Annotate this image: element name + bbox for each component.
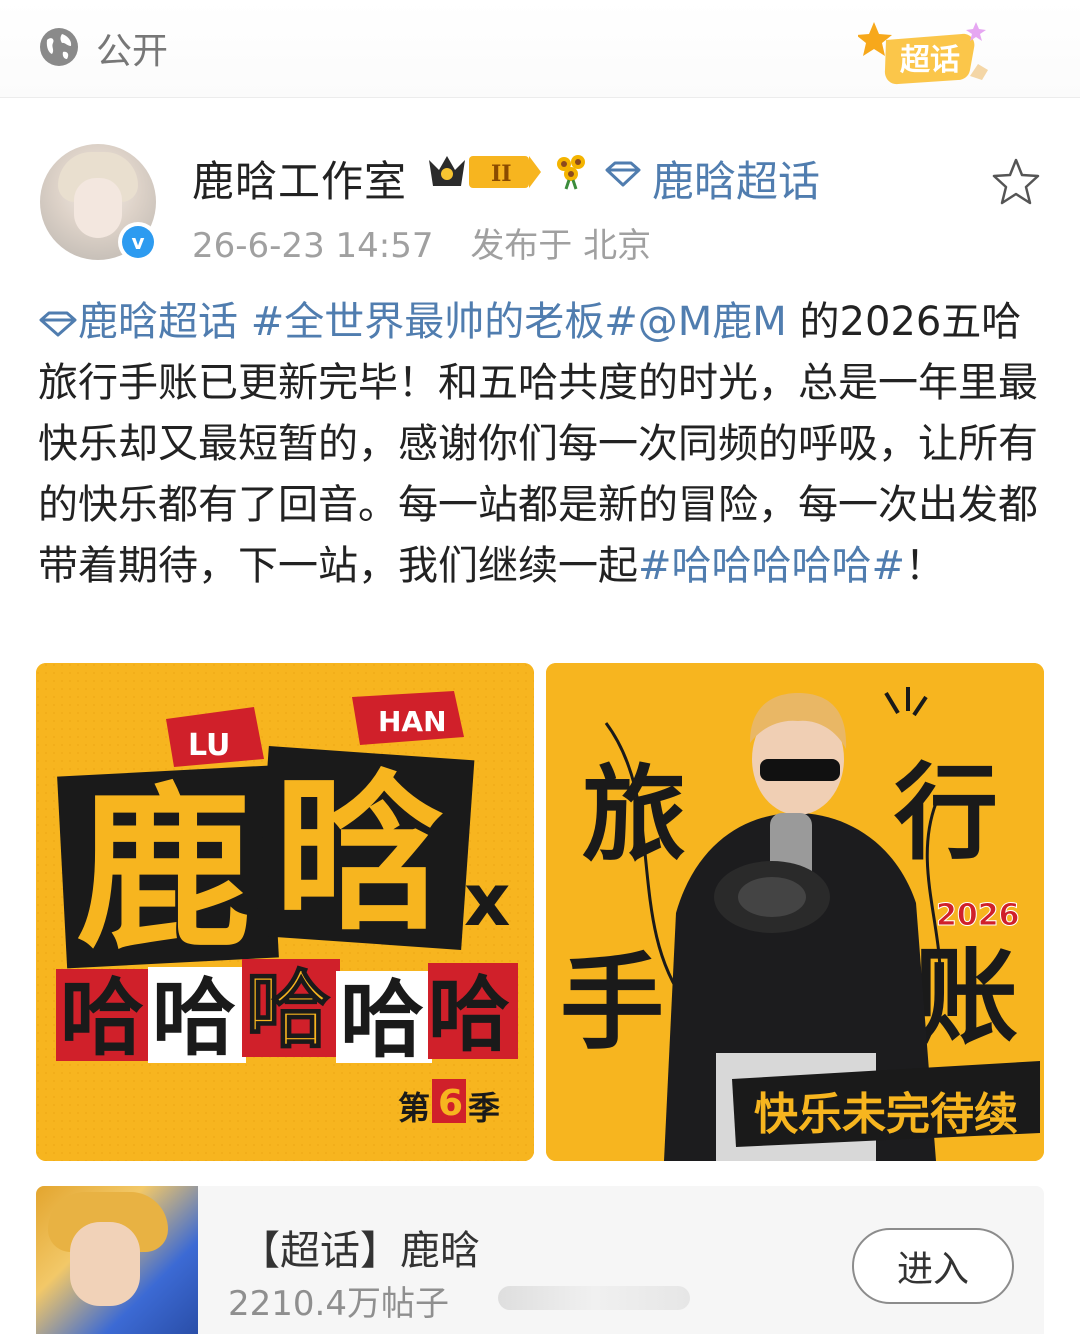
post-topic-link[interactable]: 鹿晗超话	[78, 299, 251, 345]
visibility-bar: 公开 超话	[0, 0, 1080, 98]
poster-year: 2026	[936, 898, 1020, 933]
ha-5: 哈	[428, 968, 510, 1063]
poster-banner: 快乐未完待续	[754, 1089, 1018, 1140]
favorite-star-icon[interactable]	[990, 156, 1042, 208]
globe-icon	[40, 28, 78, 66]
season-suffix: 季	[468, 1089, 500, 1127]
tag-han: HAN	[378, 705, 447, 738]
season-number: 6	[438, 1083, 463, 1124]
poster-luhan-hahaha: LU HAN 鹿 晗 x 哈 哈 哈 哈 哈 第 6 季	[36, 663, 534, 1161]
poster-char-lv: 旅	[582, 754, 686, 876]
post-body: 鹿晗超话 #全世界最帅的老板#@M鹿M 的2026五哈旅行手账已更新完毕！和五哈…	[38, 292, 1038, 597]
diamond-icon	[605, 161, 641, 187]
verified-badge: v	[118, 222, 158, 262]
ha-1: 哈	[60, 969, 144, 1067]
super-topic-title: 【超话】鹿晗	[240, 1228, 480, 1274]
hashtag-hahaha[interactable]: #哈哈哈哈哈#	[638, 543, 905, 589]
post-image-2[interactable]: 旅 行 手 账 2026 快乐未完待续	[546, 663, 1044, 1161]
super-topic-post-count: 2210.4万帖子	[228, 1284, 449, 1324]
super-topic-badge-icon: 超话	[856, 22, 988, 85]
enter-super-topic-button[interactable]: 进入	[852, 1228, 1014, 1304]
super-topic-thumbnail	[36, 1186, 198, 1334]
super-topic-link[interactable]: 鹿晗超话	[652, 148, 820, 209]
poster-x: x	[464, 858, 510, 942]
poster-char-shou: 手	[560, 942, 664, 1064]
post-image-1[interactable]: LU HAN 鹿 晗 x 哈 哈 哈 哈 哈 第 6 季	[36, 663, 534, 1161]
mention-mluhanm[interactable]: @M鹿M	[638, 299, 787, 345]
season-prefix: 第	[398, 1089, 430, 1127]
poster-char-han: 晗	[274, 756, 444, 954]
tag-lu: LU	[188, 728, 230, 763]
super-topic-blurred-text	[498, 1286, 690, 1310]
super-topic-badge[interactable]: 超话	[856, 18, 988, 92]
crown-level-text: II	[491, 161, 512, 187]
poster-char-lu: 鹿	[76, 768, 252, 973]
post-location: 发布于 北京	[470, 226, 652, 266]
ha-4: 哈	[340, 971, 424, 1069]
post-text-end: ！	[905, 543, 946, 589]
poster-travel-journal: 旅 行 手 账 2026 快乐未完待续	[546, 663, 1044, 1161]
crown-level-badge[interactable]: II	[425, 150, 543, 194]
super-topic-card[interactable]: 【超话】鹿晗 2210.4万帖子 进入	[36, 1186, 1044, 1334]
ha-2: 哈	[152, 969, 236, 1067]
sunflower-icon	[557, 155, 585, 190]
diamond-inline-icon	[39, 311, 77, 337]
visibility-label: 公开	[96, 31, 169, 72]
post-meta: 26-6-23 14:57 发布于 北京	[192, 218, 651, 267]
hashtag-best-boss[interactable]: #全世界最帅的老板#	[251, 299, 638, 345]
verified-check-icon: v	[122, 226, 154, 258]
super-topic-badge-label: 超话	[900, 43, 960, 78]
post-timestamp: 26-6-23 14:57	[192, 226, 434, 266]
ha-3: 哈	[246, 961, 330, 1059]
poster-char-xing: 行	[894, 752, 998, 874]
poster-char-zhang: 账	[914, 936, 1018, 1058]
author-name[interactable]: 鹿晗工作室	[192, 148, 407, 209]
